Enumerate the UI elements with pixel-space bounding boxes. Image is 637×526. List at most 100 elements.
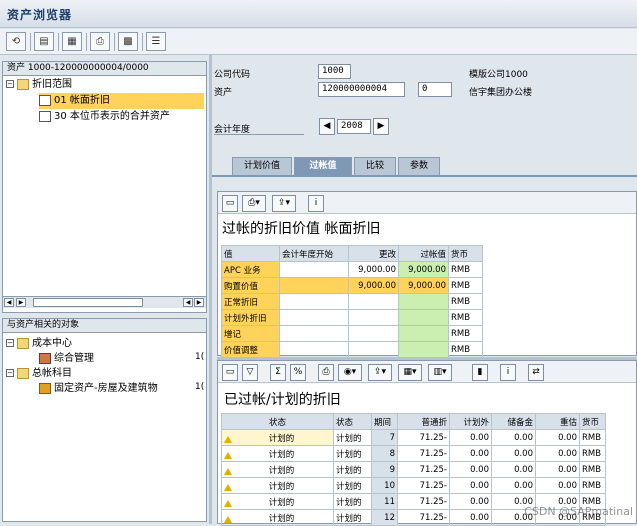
collapse-icon[interactable]: − [6, 369, 14, 377]
currency-cell[interactable]: RMB [448, 261, 483, 278]
previous-year-button[interactable]: ◀ [319, 118, 335, 135]
status-text-cell[interactable]: 计划的 [333, 493, 372, 510]
column-header[interactable]: 货币 [448, 245, 483, 262]
tree-node-consolidated-assets[interactable]: 30 本位币表示的合并资产 [39, 109, 204, 125]
info-icon[interactable]: i [308, 195, 324, 212]
column-header[interactable]: 状态 [333, 413, 372, 430]
table-row[interactable]: 购置价值 9,000.00 9,000.00 RMB [221, 277, 483, 294]
column-header[interactable]: 计划外 [449, 413, 492, 430]
change-cell[interactable]: 9,000.00 [348, 261, 399, 278]
revaluation-cell[interactable]: 0.00 [535, 429, 580, 446]
scroll-right-icon[interactable]: ▶ [16, 298, 26, 307]
table-row[interactable]: 计划的 计划的 8 71.25- 0.00 0.00 0.00 RMB [221, 445, 606, 462]
unplanned-dep-cell[interactable]: 0.00 [449, 477, 492, 494]
status-cell[interactable]: 计划的 [221, 493, 334, 510]
scroll-thumb[interactable] [33, 298, 143, 307]
subtotal-icon[interactable]: % [290, 364, 306, 381]
currency-cell[interactable]: RMB [579, 445, 606, 462]
info-icon[interactable]: i [500, 364, 516, 381]
posted-value-cell[interactable] [398, 309, 449, 326]
value-type-cell[interactable]: 购置价值 [221, 277, 280, 294]
ordinary-dep-cell[interactable]: 71.25- [397, 445, 450, 462]
table-row[interactable]: 计划外折旧 RMB [221, 309, 483, 326]
status-cell[interactable]: 计划的 [221, 477, 334, 494]
currency-cell[interactable]: RMB [448, 309, 483, 326]
sum-icon[interactable]: Σ [270, 364, 286, 381]
scroll-right-icon[interactable]: ▶ [194, 298, 204, 307]
layout-icon[interactable]: ▩ [118, 32, 138, 51]
period-cell[interactable]: 10 [371, 477, 398, 494]
export-icon[interactable]: ⇪▾ [368, 364, 392, 381]
print-icon[interactable]: ⎙ [90, 32, 110, 51]
layout-icon[interactable]: ▦▾ [398, 364, 422, 381]
status-cell[interactable]: 计划的 [221, 445, 334, 462]
posted-value-cell[interactable] [398, 341, 449, 358]
refresh-icon[interactable]: ⟲ [6, 32, 26, 51]
period-cell[interactable]: 11 [371, 493, 398, 510]
value-type-cell[interactable]: 正常折旧 [221, 293, 280, 310]
table-row[interactable]: 价值调整 RMB [221, 341, 483, 358]
collapse-icon[interactable]: − [6, 80, 14, 88]
status-text-cell[interactable]: 计划的 [333, 477, 372, 494]
value-type-cell[interactable]: 计划外折旧 [221, 309, 280, 326]
tab-planned-values[interactable]: 计划价值 [232, 157, 292, 175]
fy-start-cell[interactable] [279, 277, 349, 294]
print-preview-icon[interactable]: ⎙▾ [242, 195, 266, 212]
posted-value-cell[interactable]: 9,000.00 [398, 277, 449, 294]
tree-node-fixed-asset-buildings[interactable]: 固定资产-房屋及建筑物 [39, 381, 204, 397]
column-header[interactable]: 会计年度开始 [279, 245, 349, 262]
posted-value-cell[interactable]: 9,000.00 [398, 261, 449, 278]
posted-value-cell[interactable] [398, 325, 449, 342]
fy-start-cell[interactable] [279, 261, 349, 278]
column-header[interactable]: 期间 [371, 413, 398, 430]
export-icon[interactable]: ⇪▾ [272, 195, 296, 212]
column-header[interactable]: 更改 [348, 245, 399, 262]
tree-node-general-admin[interactable]: 综合管理 [39, 351, 204, 367]
currency-cell[interactable]: RMB [579, 477, 606, 494]
fy-start-cell[interactable] [279, 325, 349, 342]
ordinary-dep-cell[interactable]: 71.25- [397, 509, 450, 526]
column-header[interactable]: 状态 [221, 413, 334, 430]
posted-value-cell[interactable] [398, 293, 449, 310]
asset-number-field[interactable]: 120000000004 [318, 82, 405, 97]
period-cell[interactable]: 7 [371, 429, 398, 446]
details-icon[interactable]: ▭ [222, 195, 238, 212]
status-text-cell[interactable]: 计划的 [333, 429, 372, 446]
column-header[interactable]: 货币 [579, 413, 606, 430]
asset-subnumber-field[interactable]: 0 [418, 82, 452, 97]
tree-node-cost-center[interactable]: − 成本中心 [6, 336, 204, 352]
change-cell[interactable]: 9,000.00 [348, 277, 399, 294]
tree-node-gl-account[interactable]: − 总帐科目 [6, 366, 204, 382]
revaluation-cell[interactable]: 0.00 [535, 477, 580, 494]
unplanned-dep-cell[interactable]: 0.00 [449, 509, 492, 526]
view-icon[interactable]: ◉▾ [338, 364, 362, 381]
period-cell[interactable]: 12 [371, 509, 398, 526]
period-cell[interactable]: 8 [371, 445, 398, 462]
reserve-cell[interactable]: 0.00 [491, 477, 536, 494]
status-text-cell[interactable]: 计划的 [333, 445, 372, 462]
fy-start-cell[interactable] [279, 341, 349, 358]
column-header[interactable]: 储备金 [491, 413, 536, 430]
details-icon[interactable]: ▭ [222, 364, 238, 381]
change-cell[interactable] [348, 309, 399, 326]
tab-parameters[interactable]: 参数 [398, 157, 440, 175]
ordinary-dep-cell[interactable]: 71.25- [397, 477, 450, 494]
currency-cell[interactable]: RMB [579, 429, 606, 446]
status-text-cell[interactable]: 计划的 [333, 461, 372, 478]
table-row[interactable]: 计划的 计划的 9 71.25- 0.00 0.00 0.00 RMB [221, 461, 606, 478]
column-header[interactable]: 普通折 [397, 413, 450, 430]
change-cell[interactable] [348, 341, 399, 358]
currency-cell[interactable]: RMB [448, 325, 483, 342]
ordinary-dep-cell[interactable]: 71.25- [397, 429, 450, 446]
unplanned-dep-cell[interactable]: 0.00 [449, 493, 492, 510]
currency-cell[interactable]: RMB [579, 461, 606, 478]
revaluation-cell[interactable]: 0.00 [535, 445, 580, 462]
tab-posted-values[interactable]: 过帐值 [294, 157, 352, 175]
unplanned-dep-cell[interactable]: 0.00 [449, 429, 492, 446]
change-cell[interactable] [348, 325, 399, 342]
filter-icon[interactable]: ▽ [242, 364, 258, 381]
tree-node-depreciation-area[interactable]: − 折旧范围 [6, 77, 204, 93]
status-cell[interactable]: 计划的 [221, 461, 334, 478]
revaluation-cell[interactable]: 0.00 [535, 461, 580, 478]
column-header[interactable]: 值 [221, 245, 280, 262]
